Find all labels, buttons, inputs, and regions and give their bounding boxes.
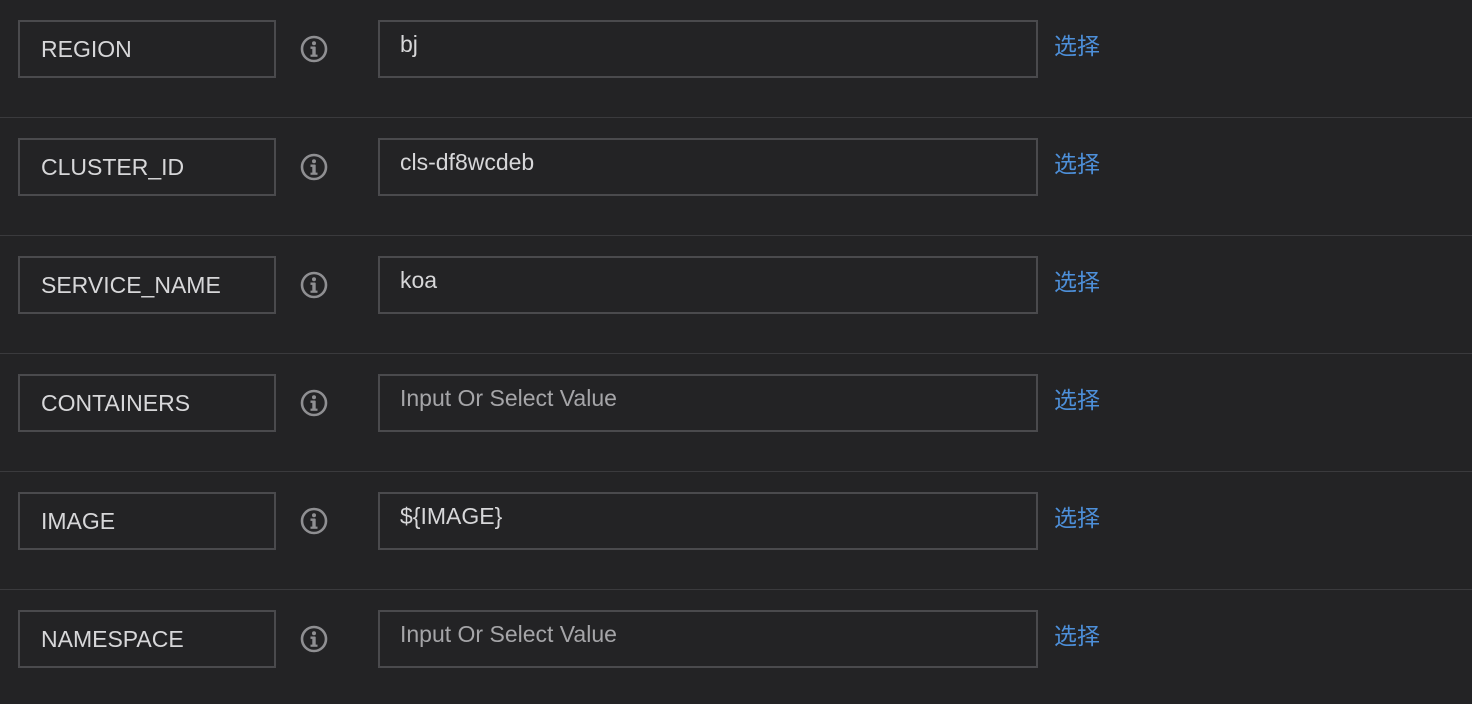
parameter-key: REGION: [18, 20, 276, 78]
select-link[interactable]: 选择: [1054, 20, 1100, 74]
parameter-key: IMAGE: [18, 492, 276, 550]
parameter-key: NAMESPACE: [18, 610, 276, 668]
info-circle-icon[interactable]: [300, 256, 328, 314]
parameter-value-input[interactable]: [378, 138, 1038, 196]
parameter-key: CONTAINERS: [18, 374, 276, 432]
info-circle-icon[interactable]: [300, 374, 328, 432]
parameter-value-input[interactable]: [378, 374, 1038, 432]
parameter-key: CLUSTER_ID: [18, 138, 276, 196]
select-link[interactable]: 选择: [1054, 256, 1100, 310]
select-link[interactable]: 选择: [1054, 374, 1100, 428]
select-link[interactable]: 选择: [1054, 610, 1100, 664]
parameter-value-input[interactable]: [378, 492, 1038, 550]
parameter-row-image: IMAGE 选择: [0, 472, 1472, 590]
parameter-row-cluster-id: CLUSTER_ID 选择: [0, 118, 1472, 236]
parameter-row-namespace: NAMESPACE 选择: [0, 590, 1472, 704]
parameter-key: SERVICE_NAME: [18, 256, 276, 314]
info-circle-icon[interactable]: [300, 610, 328, 668]
info-circle-icon[interactable]: [300, 20, 328, 78]
parameter-value-input[interactable]: [378, 20, 1038, 78]
select-link[interactable]: 选择: [1054, 138, 1100, 192]
parameter-value-input[interactable]: [378, 256, 1038, 314]
parameter-value-input[interactable]: [378, 610, 1038, 668]
parameter-row-containers: CONTAINERS 选择: [0, 354, 1472, 472]
info-circle-icon[interactable]: [300, 492, 328, 550]
parameter-row-region: REGION 选择: [0, 0, 1472, 118]
select-link[interactable]: 选择: [1054, 492, 1100, 546]
info-circle-icon[interactable]: [300, 138, 328, 196]
parameter-list: REGION 选择 CLUSTER_ID: [0, 0, 1472, 704]
parameter-row-service-name: SERVICE_NAME 选择: [0, 236, 1472, 354]
